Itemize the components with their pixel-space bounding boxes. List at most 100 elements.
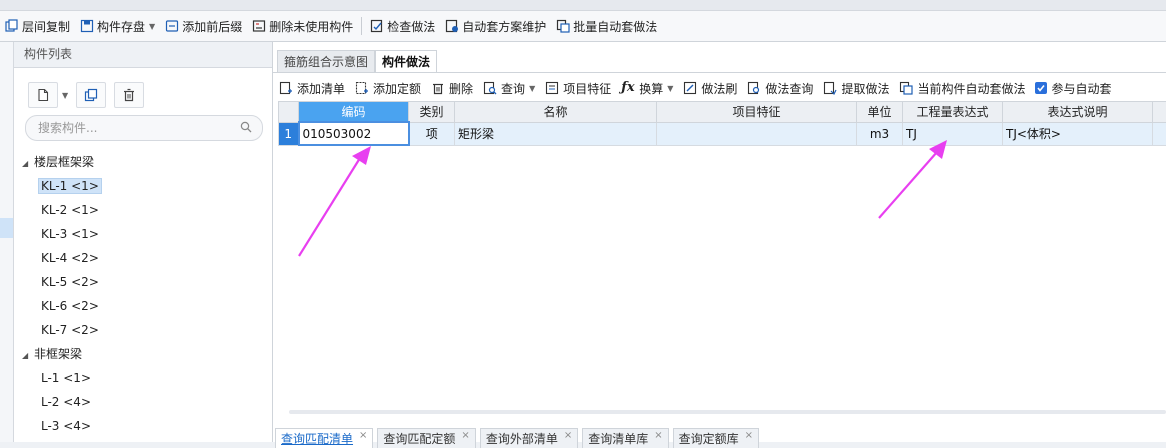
tree-item-kl-5[interactable]: KL-5 <2>	[14, 270, 272, 294]
batch-auto-button[interactable]: 批量自动套做法	[551, 11, 662, 41]
component-save-label: 构件存盘	[97, 18, 145, 35]
component-save-button[interactable]: 构件存盘 ▼	[75, 11, 160, 41]
method-query-label: 做法查询	[765, 80, 813, 97]
component-list-panel: 构件列表 ▼ ◢ 楼层框架梁 KL-1 <1> KL-2 <1> KL-3 <1>…	[14, 42, 273, 442]
method-query-button[interactable]: 做法查询	[747, 80, 813, 97]
tree-item-l-2[interactable]: L-2 <4>	[14, 390, 272, 414]
layer-copy-button[interactable]: 层间复制	[0, 11, 75, 41]
header-expression[interactable]: 工程量表达式	[903, 102, 1003, 123]
extract-method-icon	[823, 81, 837, 95]
header-feature[interactable]: 项目特征	[657, 102, 857, 123]
add-affix-label: 添加前后缀	[182, 18, 242, 35]
tree-item-l-3[interactable]: L-3 <4>	[14, 414, 272, 438]
cell-type[interactable]: 项	[409, 122, 455, 145]
cell-expression-desc[interactable]: TJ<体积>	[1003, 122, 1153, 145]
tree-item-kl-2[interactable]: KL-2 <1>	[14, 198, 272, 222]
add-quota-icon	[355, 81, 369, 95]
add-affix-button[interactable]: 添加前后缀	[160, 11, 247, 41]
table-row[interactable]: 1 010503002 项 矩形梁 m3 TJ TJ<体积>	[279, 122, 1166, 145]
project-feature-label: 项目特征	[563, 80, 611, 97]
auto-apply-button[interactable]: 当前构件自动套做法	[899, 80, 1025, 97]
delete-unused-button[interactable]: 删除未使用构件	[247, 11, 358, 41]
conversion-button[interactable]: ƒx 换算 ▼	[621, 80, 673, 97]
cell-unit[interactable]: m3	[857, 122, 903, 145]
close-icon[interactable]: ×	[564, 430, 572, 441]
method-brush-button[interactable]: 做法刷	[683, 80, 737, 97]
tree-group-non-frame-beam[interactable]: ◢非框架梁	[14, 342, 272, 366]
component-search-input[interactable]	[26, 120, 240, 136]
tree-item-kl-3[interactable]: KL-3 <1>	[14, 222, 272, 246]
tab-label: 查询外部清单	[486, 430, 558, 447]
trash-icon	[431, 81, 445, 95]
delete-unused-icon	[252, 19, 266, 33]
tree-item-l-1[interactable]: L-1 <1>	[14, 366, 272, 390]
query-icon	[483, 81, 497, 95]
method-table: 编码 类别 名称 项目特征 单位 工程量表达式 表达式说明 1 01050300…	[278, 101, 1166, 146]
tree-item-label: L-2 <4>	[38, 394, 94, 410]
query-button[interactable]: 查询 ▼	[483, 80, 535, 97]
batch-auto-icon	[556, 19, 570, 33]
cell-feature[interactable]	[657, 122, 857, 145]
cell-code[interactable]: 010503002	[299, 122, 409, 145]
close-icon[interactable]: ×	[654, 430, 662, 441]
extract-method-label: 提取做法	[841, 80, 889, 97]
horizontal-scrollbar[interactable]	[289, 410, 1166, 414]
close-icon[interactable]: ×	[461, 430, 469, 441]
tab-component-method[interactable]: 构件做法	[375, 50, 437, 73]
row-number[interactable]: 1	[279, 122, 299, 145]
chevron-down-icon[interactable]: ▼	[667, 84, 673, 93]
project-feature-button[interactable]: 项目特征	[545, 80, 611, 97]
bottom-query-tabs: 查询匹配清单× 查询匹配定额× 查询外部清单× 查询清单库× 查询定额库×	[275, 428, 763, 442]
tab-query-matched-quota[interactable]: 查询匹配定额×	[377, 428, 475, 448]
new-component-button[interactable]	[28, 82, 58, 108]
participate-auto-checkbox[interactable]: 参与自动套	[1035, 80, 1111, 97]
header-expression-desc[interactable]: 表达式说明	[1003, 102, 1153, 123]
chevron-down-icon[interactable]: ▼	[529, 84, 535, 93]
checkbox-checked-icon[interactable]	[1035, 82, 1047, 94]
tab-query-matched-list[interactable]: 查询匹配清单×	[275, 428, 373, 448]
component-list-title: 构件列表	[14, 42, 272, 68]
tree-item-label: KL-3 <1>	[38, 226, 102, 242]
add-quota-button[interactable]: 添加定额	[355, 80, 421, 97]
add-list-button[interactable]: 添加清单	[279, 80, 345, 97]
header-name[interactable]: 名称	[455, 102, 657, 123]
tree-item-kl-6[interactable]: KL-6 <2>	[14, 294, 272, 318]
search-icon[interactable]	[240, 121, 252, 133]
cell-name[interactable]: 矩形梁	[455, 122, 657, 145]
tab-query-external-list[interactable]: 查询外部清单 ×	[480, 428, 578, 448]
add-list-icon	[279, 81, 293, 95]
close-icon[interactable]: ×	[359, 430, 367, 441]
check-method-label: 检查做法	[387, 18, 435, 35]
tree-item-label: KL-2 <1>	[38, 202, 102, 218]
tree-item-kl-7[interactable]: KL-7 <2>	[14, 318, 272, 342]
window-top-strip	[0, 0, 1166, 11]
header-unit[interactable]: 单位	[857, 102, 903, 123]
tree-group-label: 楼层框架梁	[34, 155, 94, 169]
extract-method-button[interactable]: 提取做法	[823, 80, 889, 97]
cell-expression[interactable]: TJ	[903, 122, 1003, 145]
auto-scheme-button[interactable]: 自动套方案维护	[440, 11, 551, 41]
close-icon[interactable]: ×	[745, 430, 753, 441]
delete-button[interactable]: 删除	[431, 80, 473, 97]
check-method-icon	[370, 19, 384, 33]
tree-item-kl-1[interactable]: KL-1 <1>	[14, 174, 272, 198]
tree-item-kl-4[interactable]: KL-4 <2>	[14, 246, 272, 270]
collapse-triangle-icon[interactable]: ◢	[22, 152, 30, 176]
left-edge-strip	[0, 42, 14, 442]
method-panel: 箍筋组合示意图 构件做法 添加清单 添加定额 删除 查询 ▼ 项目特征 ƒx 换…	[273, 42, 1166, 442]
chevron-down-icon[interactable]: ▼	[62, 91, 68, 100]
header-code[interactable]: 编码	[299, 102, 409, 123]
tab-stirrup-diagram[interactable]: 箍筋组合示意图	[277, 50, 375, 73]
collapse-triangle-icon[interactable]: ◢	[22, 344, 30, 368]
chevron-down-icon[interactable]: ▼	[149, 22, 155, 31]
auto-apply-icon	[899, 81, 913, 95]
check-method-button[interactable]: 检查做法	[365, 11, 440, 41]
query-label: 查询	[501, 80, 525, 97]
delete-label: 删除	[449, 80, 473, 97]
copy-component-button[interactable]	[76, 82, 106, 108]
delete-component-button[interactable]	[114, 82, 144, 108]
tab-query-quota-library[interactable]: 查询定额库×	[673, 428, 759, 448]
header-type[interactable]: 类别	[409, 102, 455, 123]
tree-group-floor-frame-beam[interactable]: ◢ 楼层框架梁	[14, 150, 272, 174]
tab-query-list-library[interactable]: 查询清单库×	[582, 428, 668, 448]
